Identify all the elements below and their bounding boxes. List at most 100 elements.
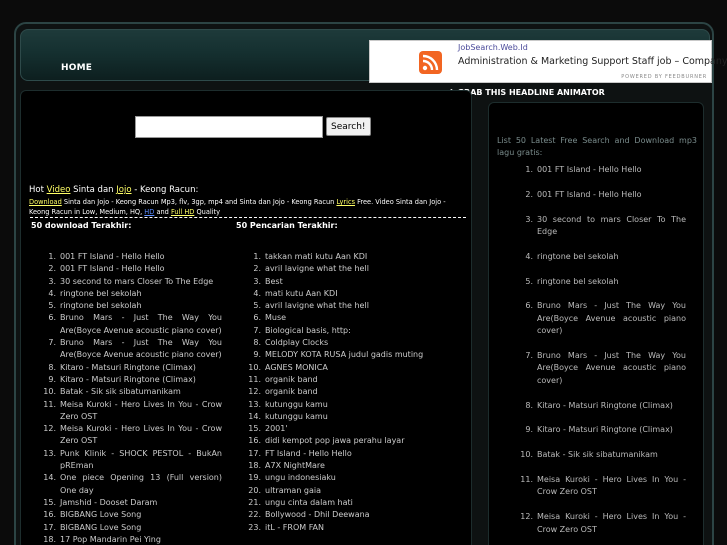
list-item-label[interactable]: A7X NightMare	[265, 461, 325, 470]
headline-animator[interactable]: JobSearch.Web.Id Administration & Market…	[369, 40, 727, 83]
list-item-label[interactable]: ringtone bel sekolah	[60, 289, 142, 298]
download-list-item[interactable]: 14. One piece Opening 13 (Full version) O…	[43, 472, 222, 497]
list-item-label[interactable]: Coldplay Clocks	[265, 338, 328, 347]
list-item-label[interactable]: Batak - Sik sik sibatumanikam	[60, 387, 181, 396]
list-item-label[interactable]: ungu cinta dalam hati	[265, 498, 353, 507]
feed-headline-link[interactable]: Administration & Marketing Support Staff…	[458, 56, 727, 67]
download-list-item[interactable]: 16. BIGBANG Love Song	[43, 509, 222, 521]
download-list-item[interactable]: 3. 30 second to mars Closer To The Edge	[48, 276, 222, 288]
sidebar-list-item[interactable]: 8. Kitaro - Matsuri Ringtone (Climax)	[525, 400, 686, 412]
search-list-item[interactable]: 22. Bollywood - Dhil Deewana	[248, 509, 427, 521]
list-item-label[interactable]: Kitaro - Matsuri Ringtone (Climax)	[537, 401, 673, 410]
list-item-label[interactable]: Punk Klinik - SHOCK PESTOL - BukAn pREma…	[60, 449, 222, 470]
download-list-item[interactable]: 12. Meisa Kuroki - Hero Lives In You - Cr…	[43, 423, 222, 448]
list-item-label[interactable]: Meisa Kuroki - Hero Lives In You - Crow …	[60, 424, 222, 445]
list-item-label[interactable]: Batak - Sik sik sibatumanikam	[537, 450, 658, 459]
list-item-label[interactable]: Meisa Kuroki - Hero Lives In You - Crow …	[60, 400, 222, 421]
search-list-item[interactable]: 17. FT Island - Hello Hello	[248, 448, 427, 460]
download-list-item[interactable]: 13. Punk Klinik - SHOCK PESTOL - BukAn pR…	[43, 448, 222, 473]
sidebar-list-item[interactable]: 6. Bruno Mars - Just The Way You Are(Boyc…	[525, 300, 686, 337]
search-list-item[interactable]: 7. Biological basis, http:	[253, 325, 427, 337]
download-list-item[interactable]: 18. 17 Pop Mandarin Pei Ying	[43, 534, 222, 545]
list-item-label[interactable]: Kitaro - Matsuri Ringtone (Climax)	[60, 375, 196, 384]
download-list-item[interactable]: 5. ringtone bel sekolah	[48, 300, 222, 312]
search-list-item[interactable]: 19. ungu indonesiaku	[248, 472, 427, 484]
search-list-item[interactable]: 13. kutunggu kamu	[248, 399, 427, 411]
download-list-item[interactable]: 9. Kitaro - Matsuri Ringtone (Climax)	[48, 374, 222, 386]
download-list-item[interactable]: 17. BIGBANG Love Song	[43, 522, 222, 534]
download-list-item[interactable]: 10. Batak - Sik sik sibatumanikam	[43, 386, 222, 398]
search-list-item[interactable]: 18. A7X NightMare	[248, 460, 427, 472]
list-item-label[interactable]: Bollywood - Dhil Deewana	[265, 510, 370, 519]
list-item-label[interactable]: ultraman gaia	[265, 486, 321, 495]
list-item-label[interactable]: 001 FT Island - Hello Hello	[60, 252, 165, 261]
download-list-item[interactable]: 8. Kitaro - Matsuri Ringtone (Climax)	[48, 362, 222, 374]
list-item-label[interactable]: FT Island - Hello Hello	[265, 449, 352, 458]
sidebar-list-item[interactable]: 5. ringtone bel sekolah	[525, 276, 686, 288]
search-list-item[interactable]: 5. avril lavigne what the hell	[253, 300, 427, 312]
list-item-label[interactable]: organik band	[265, 375, 318, 384]
search-list-item[interactable]: 2. avril lavigne what the hell	[253, 263, 427, 275]
list-item-label[interactable]: 17 Pop Mandarin Pei Ying	[60, 535, 161, 544]
list-item-label[interactable]: ungu indonesiaku	[265, 473, 336, 482]
list-item-label[interactable]: Bruno Mars - Just The Way You Are(Boyce …	[60, 313, 222, 334]
list-item-label[interactable]: Meisa Kuroki - Hero Lives In You - Crow …	[537, 475, 686, 496]
list-item-label[interactable]: BIGBANG Love Song	[60, 523, 141, 532]
nav-home-link[interactable]: HOME	[61, 63, 92, 73]
sidebar-list-item[interactable]: 9. Kitaro - Matsuri Ringtone (Climax)	[525, 424, 686, 436]
search-list-item[interactable]: 4. mati kutu Aan KDI	[253, 288, 427, 300]
list-item-label[interactable]: Bruno Mars - Just The Way You Are(Boyce …	[537, 351, 686, 385]
list-item-label[interactable]: 2001'	[265, 424, 288, 433]
download-list-item[interactable]: 4. ringtone bel sekolah	[48, 288, 222, 300]
list-item-label[interactable]: Best	[265, 277, 283, 286]
list-item-label[interactable]: Jamshid - Dooset Daram	[60, 498, 157, 507]
feed-source-label[interactable]: JobSearch.Web.Id	[458, 43, 528, 52]
list-item-label[interactable]: BIGBANG Love Song	[60, 510, 141, 519]
sidebar-list-item[interactable]: 12. Meisa Kuroki - Hero Lives In You - Cr…	[520, 511, 686, 536]
download-list-item[interactable]: 6. Bruno Mars - Just The Way You Are(Boyc…	[48, 312, 222, 337]
search-list-item[interactable]: 8. Coldplay Clocks	[253, 337, 427, 349]
list-item-label[interactable]: takkan mati kutu Aan KDI	[265, 252, 367, 261]
list-item-label[interactable]: Biological basis, http:	[265, 326, 351, 335]
list-item-label[interactable]: 30 second to mars Closer To The Edge	[537, 215, 686, 236]
list-item-label[interactable]: 001 FT Island - Hello Hello	[60, 264, 165, 273]
download-list-item[interactable]: 15. Jamshid - Dooset Daram	[43, 497, 222, 509]
download-list-item[interactable]: 2. 001 FT Island - Hello Hello	[48, 263, 222, 275]
sidebar-list-item[interactable]: 10. Batak - Sik sik sibatumanikam	[520, 449, 686, 461]
download-list-item[interactable]: 1. 001 FT Island - Hello Hello	[48, 251, 222, 263]
search-list-item[interactable]: 10. AGNES MONICA	[248, 362, 427, 374]
list-item-label[interactable]: 30 second to mars Closer To The Edge	[60, 277, 213, 286]
search-list-item[interactable]: 14. kutunggu kamu	[248, 411, 427, 423]
list-item-label[interactable]: kutunggu kamu	[265, 400, 328, 409]
list-item-label[interactable]: 001 FT Island - Hello Hello	[537, 190, 642, 199]
video-link[interactable]: Video	[47, 185, 71, 195]
list-item-label[interactable]: kutunggu kamu	[265, 412, 328, 421]
list-item-label[interactable]: Bruno Mars - Just The Way You Are(Boyce …	[537, 301, 686, 335]
list-item-label[interactable]: Meisa Kuroki - Hero Lives In You - Crow …	[537, 512, 686, 533]
search-list-item[interactable]: 23. itL - FROM FAN	[248, 522, 427, 534]
hd-link[interactable]: HD	[144, 208, 154, 216]
list-item-label[interactable]: ringtone bel sekolah	[537, 277, 619, 286]
list-item-label[interactable]: itL - FROM FAN	[265, 523, 324, 532]
list-item-label[interactable]: didi kempot pop jawa perahu layar	[265, 436, 405, 445]
sidebar-list-item[interactable]: 11. Meisa Kuroki - Hero Lives In You - Cr…	[520, 474, 686, 499]
list-item-label[interactable]: MELODY KOTA RUSA judul gadis muting	[265, 350, 423, 359]
sidebar-list-item[interactable]: 4. ringtone bel sekolah	[525, 251, 686, 263]
search-list-item[interactable]: 15. 2001'	[248, 423, 427, 435]
list-item-label[interactable]: Muse	[265, 313, 286, 322]
download-list-item[interactable]: 11. Meisa Kuroki - Hero Lives In You - Cr…	[43, 399, 222, 424]
list-item-label[interactable]: ringtone bel sekolah	[537, 252, 619, 261]
list-item-label[interactable]: Kitaro - Matsuri Ringtone (Climax)	[537, 425, 673, 434]
list-item-label[interactable]: ringtone bel sekolah	[60, 301, 142, 310]
search-list-item[interactable]: 12. organik band	[248, 386, 427, 398]
download-list-item[interactable]: 7. Bruno Mars - Just The Way You Are(Boyc…	[48, 337, 222, 362]
jojo-link[interactable]: Jojo	[116, 185, 131, 195]
list-item-label[interactable]: Bruno Mars - Just The Way You Are(Boyce …	[60, 338, 222, 359]
sidebar-list-item[interactable]: 3. 30 second to mars Closer To The Edge	[525, 214, 686, 239]
search-list-item[interactable]: 21. ungu cinta dalam hati	[248, 497, 427, 509]
list-item-label[interactable]: 001 FT Island - Hello Hello	[537, 165, 642, 174]
search-button[interactable]: Search!	[326, 117, 371, 136]
list-item-label[interactable]: One piece Opening 13 (Full version) One …	[60, 473, 222, 494]
search-list-item[interactable]: 20. ultraman gaia	[248, 485, 427, 497]
list-item-label[interactable]: AGNES MONICA	[265, 363, 328, 372]
